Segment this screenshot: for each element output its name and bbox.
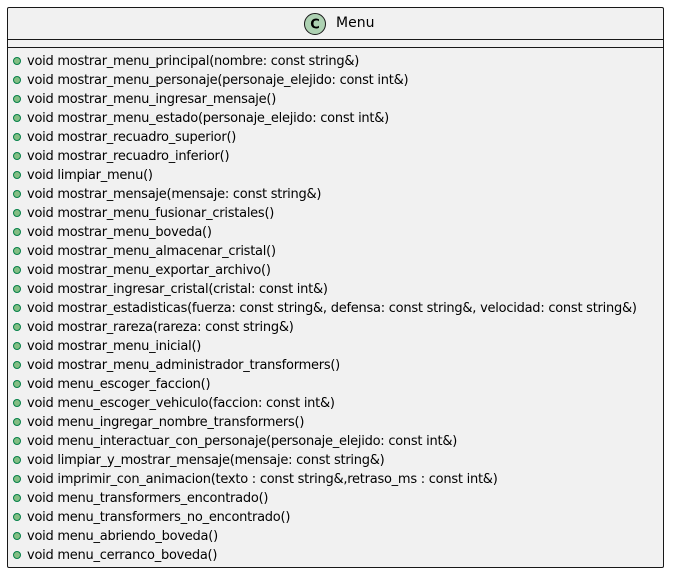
public-visibility-icon: [13, 512, 21, 521]
method-signature: void mostrar_menu_administrador_transfor…: [27, 357, 340, 373]
method-signature: void menu_abriendo_boveda(): [27, 528, 218, 544]
public-visibility-icon: [13, 455, 21, 464]
public-visibility-icon: [13, 322, 21, 331]
public-visibility-icon: [13, 550, 21, 559]
method-signature: void mostrar_menu_principal(nombre: cons…: [27, 53, 360, 69]
method-signature: void mostrar_menu_ingresar_mensaje(): [27, 91, 277, 107]
method-signature: void mostrar_menu_personaje(personaje_el…: [27, 72, 409, 88]
method-signature: void mostrar_estadisticas(fuerza: const …: [27, 300, 637, 316]
public-visibility-icon: [13, 151, 21, 160]
method-signature: void menu_transformers_encontrado(): [27, 490, 269, 506]
method-signature: void mostrar_mensaje(mensaje: const stri…: [27, 186, 322, 202]
methods-divider: [8, 47, 663, 48]
method-signature: void menu_escoger_faccion(): [27, 376, 211, 392]
public-visibility-icon: [13, 227, 21, 236]
public-visibility-icon: [13, 341, 21, 350]
attributes-divider: [8, 39, 663, 40]
class-stereotype-icon: C: [304, 13, 326, 35]
public-visibility-icon: [13, 531, 21, 540]
method-signature: void mostrar_menu_almacenar_cristal(): [27, 243, 276, 259]
public-visibility-icon: [13, 132, 21, 141]
public-visibility-icon: [13, 284, 21, 293]
method-signature: void imprimir_con_animacion(texto : cons…: [27, 471, 498, 487]
public-visibility-icon: [13, 208, 21, 217]
class-name: Menu: [336, 15, 375, 31]
public-visibility-icon: [13, 436, 21, 445]
method-signature: void mostrar_menu_boveda(): [27, 224, 212, 240]
class-stereotype-letter: C: [310, 18, 320, 33]
method-signature: void limpiar_menu(): [27, 167, 153, 183]
public-visibility-icon: [13, 360, 21, 369]
method-signature: void menu_transformers_no_encontrado(): [27, 509, 291, 525]
public-visibility-icon: [13, 398, 21, 407]
public-visibility-icon: [13, 56, 21, 65]
method-signature: void mostrar_rareza(rareza: const string…: [27, 319, 294, 335]
method-signature: void mostrar_menu_fusionar_cristales(): [27, 205, 275, 221]
public-visibility-icon: [13, 493, 21, 502]
class-header: C Menu: [8, 8, 663, 39]
method-signature: void mostrar_recuadro_superior(): [27, 129, 237, 145]
method-signature: void menu_escoger_vehiculo(faccion: cons…: [27, 395, 335, 411]
public-visibility-icon: [13, 379, 21, 388]
public-visibility-icon: [13, 189, 21, 198]
public-visibility-icon: [13, 474, 21, 483]
public-visibility-icon: [13, 265, 21, 274]
public-visibility-icon: [13, 75, 21, 84]
method-signature: void mostrar_recuadro_inferior(): [27, 148, 230, 164]
method-signature: void menu_cerranco_boveda(): [27, 547, 218, 563]
method-signature: void mostrar_menu_inicial(): [27, 338, 202, 354]
public-visibility-icon: [13, 113, 21, 122]
method-signature: void mostrar_menu_estado(personaje_eleji…: [27, 110, 389, 126]
method-signature: void mostrar_ingresar_cristal(cristal: c…: [27, 281, 328, 297]
public-visibility-icon: [13, 246, 21, 255]
public-visibility-icon: [13, 303, 21, 312]
method-signature: void menu_interactuar_con_personaje(pers…: [27, 433, 458, 449]
public-visibility-icon: [13, 94, 21, 103]
method-signature: void limpiar_y_mostrar_mensaje(mensaje: …: [27, 452, 385, 468]
method-signature: void mostrar_menu_exportar_archivo(): [27, 262, 271, 278]
menu-class-box: C Menu void mostrar_menu_principal(nombr…: [7, 7, 664, 568]
public-visibility-icon: [13, 417, 21, 426]
public-visibility-icon: [13, 170, 21, 179]
method-signature: void menu_ingregar_nombre_transformers(): [27, 414, 305, 430]
